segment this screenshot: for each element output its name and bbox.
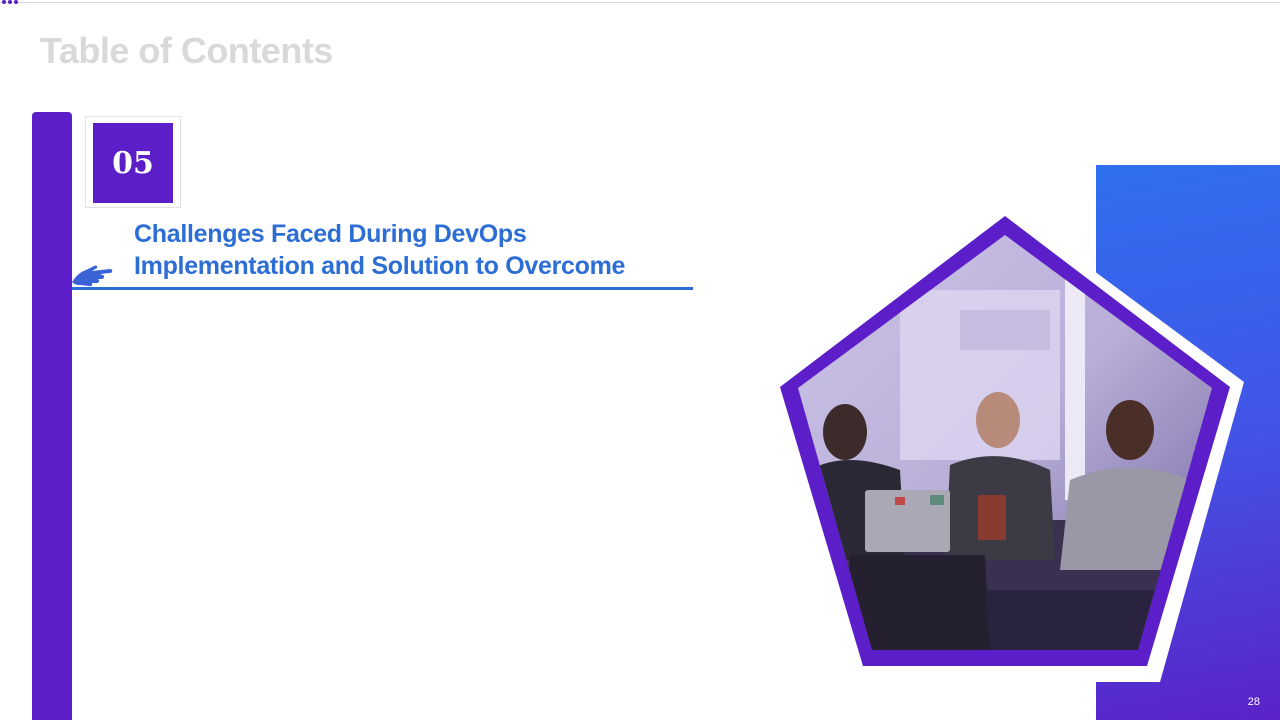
pentagon-photo <box>767 205 1244 682</box>
page-number: 28 <box>1247 696 1260 708</box>
